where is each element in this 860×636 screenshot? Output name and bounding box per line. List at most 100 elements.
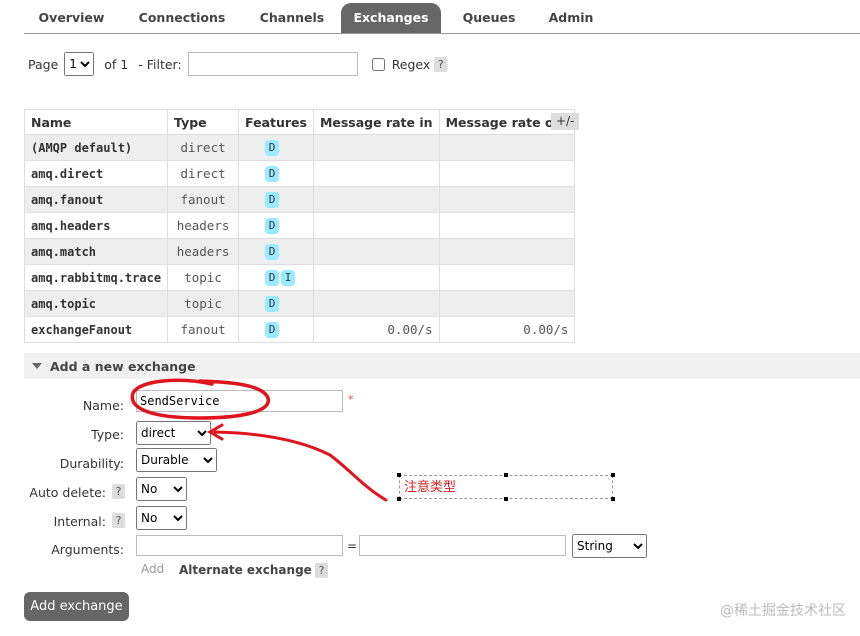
argument-type-select[interactable]: String	[572, 534, 647, 558]
internal-select[interactable]: No	[136, 506, 187, 530]
regex-help-icon[interactable]: ?	[434, 56, 448, 72]
exchanges-table: Name Type Features Message rate in Messa…	[23, 109, 576, 343]
exchange-type: headers	[167, 212, 240, 239]
table-row[interactable]: amq.fanout fanout D	[23, 186, 576, 213]
regex-label: Regex	[391, 56, 431, 72]
note-handle	[397, 473, 401, 477]
features-cell: DI	[238, 264, 314, 291]
exchange-type: fanout	[167, 316, 240, 343]
rate-in	[312, 212, 440, 239]
features-cell: D	[238, 160, 314, 187]
columns-toggle-button[interactable]: +/-	[551, 113, 580, 130]
required-marker: *	[348, 393, 354, 406]
rate-out	[438, 160, 576, 187]
table-row[interactable]: amq.topic topic D	[23, 290, 576, 317]
rate-out	[438, 238, 576, 265]
tab-overview[interactable]: Overview	[24, 3, 119, 33]
exchange-type: direct	[167, 134, 240, 161]
auto-delete-help-icon[interactable]: ?	[112, 484, 125, 499]
rate-in	[312, 160, 440, 187]
arguments-label: Arguments:	[51, 542, 124, 557]
alternate-exchange-help-icon[interactable]: ?	[315, 563, 328, 578]
rate-in	[312, 264, 440, 291]
regex-checkbox[interactable]	[371, 57, 385, 71]
feature-badge: I	[281, 270, 296, 286]
rate-in	[312, 134, 440, 161]
rate-in	[312, 238, 440, 265]
rate-out	[438, 134, 576, 161]
argument-key-input[interactable]	[136, 535, 343, 556]
exchange-name-link[interactable]: exchangeFanout	[23, 316, 169, 343]
exchange-name-link[interactable]: amq.rabbitmq.trace	[23, 264, 169, 291]
rate-out	[438, 212, 576, 239]
col-features[interactable]: Features	[238, 109, 314, 135]
table-row[interactable]: amq.headers headers D	[23, 212, 576, 239]
durability-label: Durability:	[59, 456, 124, 471]
argument-value-input[interactable]	[359, 535, 566, 556]
tab-channels[interactable]: Channels	[247, 3, 337, 33]
type-label: Type:	[91, 427, 124, 442]
exchange-type: topic	[167, 290, 240, 317]
feature-badge: D	[265, 140, 280, 156]
exchange-type: topic	[167, 264, 240, 291]
exchange-name-link[interactable]: amq.headers	[23, 212, 169, 239]
feature-badge: D	[265, 296, 280, 312]
table-row[interactable]: amq.match headers D	[23, 238, 576, 265]
internal-label: Internal:	[53, 514, 106, 529]
add-exchange-section-header[interactable]: Add a new exchange	[24, 353, 860, 379]
col-type[interactable]: Type	[167, 109, 240, 135]
feature-badge: D	[265, 218, 280, 234]
tab-connections[interactable]: Connections	[126, 3, 238, 33]
arrow-annotation	[213, 430, 388, 502]
tab-bar: Overview Connections Channels Exchanges …	[24, 3, 860, 34]
page-count: of 1	[104, 56, 129, 72]
note-handle	[397, 497, 401, 501]
filter-input[interactable]	[187, 52, 358, 76]
exchange-name-link[interactable]: amq.match	[23, 238, 169, 265]
feature-badge: D	[265, 166, 280, 182]
add-exchange-button[interactable]: Add exchange	[24, 592, 129, 621]
rate-out	[438, 264, 576, 291]
table-row[interactable]: (AMQP default) direct D	[23, 134, 576, 161]
features-cell: D	[238, 290, 314, 317]
features-cell: D	[238, 316, 314, 343]
filter-label: - Filter:	[138, 56, 182, 72]
note-handle	[504, 497, 508, 501]
arrow-head-annotation	[207, 423, 224, 441]
name-input[interactable]	[136, 390, 343, 412]
tab-queues[interactable]: Queues	[452, 3, 526, 33]
type-select[interactable]: direct	[136, 421, 211, 445]
exchange-name-link[interactable]: amq.direct	[23, 160, 169, 187]
auto-delete-select[interactable]: No	[136, 477, 187, 501]
col-rate-in[interactable]: Message rate in	[312, 109, 440, 135]
tab-admin[interactable]: Admin	[539, 3, 603, 33]
exchange-type: direct	[167, 160, 240, 187]
exchange-name-link[interactable]: (AMQP default)	[23, 134, 169, 161]
exchange-type: headers	[167, 238, 240, 265]
features-cell: D	[238, 238, 314, 265]
durability-select[interactable]: Durable	[136, 448, 217, 472]
exchange-name-link[interactable]: amq.topic	[23, 290, 169, 317]
rate-out	[438, 186, 576, 213]
table-row[interactable]: amq.direct direct D	[23, 160, 576, 187]
page-select[interactable]: 1	[64, 52, 95, 76]
table-row[interactable]: amq.rabbitmq.trace topic D I	[23, 264, 576, 291]
feature-badge: D	[265, 322, 280, 338]
rate-in: 0.00/s	[312, 316, 440, 343]
alternate-exchange-link[interactable]: Alternate exchange	[179, 563, 312, 577]
auto-delete-label: Auto delete:	[29, 485, 106, 500]
features-cell: D	[238, 134, 314, 161]
paging-controls: Page 1 of 1 - Filter: Regex ?	[28, 52, 448, 76]
tab-exchanges[interactable]: Exchanges	[341, 3, 441, 33]
internal-help-icon[interactable]: ?	[112, 513, 125, 528]
watermark: @稀土掘金技术社区	[720, 603, 846, 619]
feature-badge: D	[265, 270, 280, 286]
col-name[interactable]: Name	[23, 109, 169, 135]
equals-sign: =	[347, 539, 358, 553]
add-argument-link[interactable]: Add	[141, 562, 164, 576]
note-handle	[504, 473, 508, 477]
exchange-name-link[interactable]: amq.fanout	[23, 186, 169, 213]
section-title: Add a new exchange	[50, 358, 196, 374]
table-row[interactable]: exchangeFanout fanout D 0.00/s 0.00/s	[23, 316, 576, 343]
rate-out: 0.00/s	[438, 316, 576, 343]
